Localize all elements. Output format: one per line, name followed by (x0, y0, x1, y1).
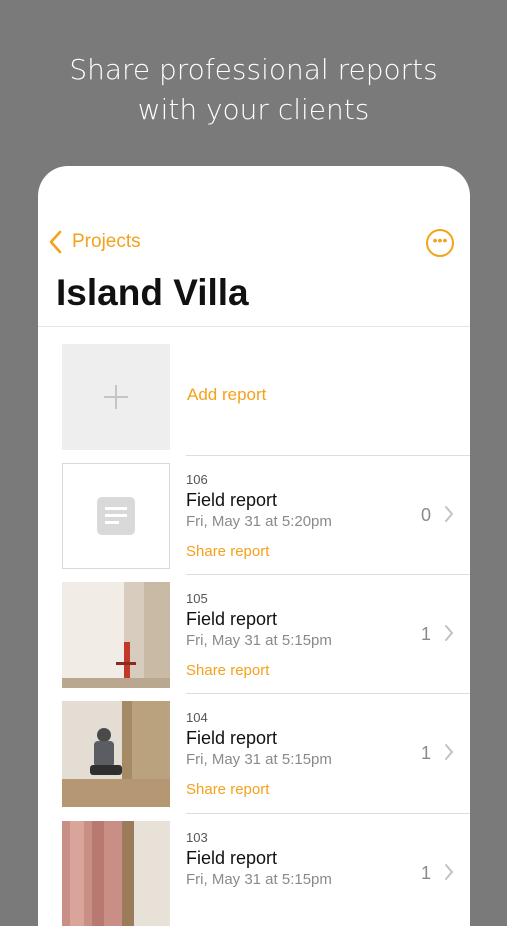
page-title: Island Villa (56, 272, 249, 313)
report-date: Fri, May 31 at 5:20pm (186, 513, 332, 530)
report-thumbnail (62, 701, 170, 807)
plus-icon (104, 385, 128, 409)
chevron-right-icon (445, 744, 453, 760)
report-thumbnail (62, 821, 170, 926)
chevron-right-icon (445, 625, 453, 641)
report-row[interactable]: 104 Field report Fri, May 31 at 5:15pm S… (38, 693, 470, 809)
report-title: Field report (186, 609, 278, 629)
report-photo-count: 1 (421, 863, 432, 883)
chevron-left-icon (49, 230, 62, 254)
report-photo-count: 1 (421, 743, 432, 763)
report-title: Field report (186, 848, 278, 868)
report-row[interactable]: 106 Field report Fri, May 31 at 5:20pm S… (38, 455, 470, 571)
photo-wall (62, 582, 170, 688)
report-title: Field report (186, 728, 278, 748)
header-divider (38, 326, 470, 327)
report-row[interactable]: 103 Field report Fri, May 31 at 5:15pm 1 (38, 813, 470, 926)
share-report-link[interactable]: Share report (186, 781, 269, 798)
report-date: Fri, May 31 at 5:15pm (186, 632, 332, 649)
report-number: 106 (186, 472, 208, 487)
document-icon (97, 497, 135, 535)
report-photo-count: 1 (421, 624, 432, 644)
report-row[interactable]: 105 Field report Fri, May 31 at 5:15pm S… (38, 574, 470, 690)
headline-line-1: Share professional reports (69, 53, 438, 86)
headline-line-2: with your clients (137, 93, 370, 126)
add-report-row[interactable]: Add report (38, 342, 470, 450)
report-date: Fri, May 31 at 5:15pm (186, 871, 332, 888)
chevron-right-icon (445, 864, 453, 880)
row-divider (186, 455, 470, 456)
share-report-link[interactable]: Share report (186, 662, 269, 679)
more-options-button[interactable]: ••• (426, 229, 454, 257)
back-button[interactable]: Projects (48, 228, 141, 256)
report-photo-count: 0 (421, 505, 432, 525)
back-label: Projects (72, 231, 141, 252)
row-divider (186, 574, 470, 575)
report-thumbnail (62, 582, 170, 688)
report-number: 103 (186, 830, 208, 845)
photo-insulation (62, 821, 170, 926)
add-report-tile[interactable] (62, 344, 170, 450)
navigation-bar: Projects ••• Island Villa (38, 166, 470, 326)
add-report-label[interactable]: Add report (187, 385, 266, 405)
report-thumbnail (62, 463, 170, 569)
promo-headline: Share professional reports with your cli… (0, 50, 507, 130)
ellipsis-circle-icon: ••• (432, 232, 448, 248)
report-date: Fri, May 31 at 5:15pm (186, 751, 332, 768)
photo-worker (62, 701, 170, 807)
row-divider (186, 813, 470, 814)
share-report-link[interactable]: Share report (186, 543, 269, 560)
chevron-right-icon (445, 506, 453, 522)
report-number: 104 (186, 710, 208, 725)
report-number: 105 (186, 591, 208, 606)
phone-screen: Projects ••• Island Villa Add report 106 (38, 166, 470, 926)
row-divider (186, 693, 470, 694)
report-title: Field report (186, 490, 278, 510)
